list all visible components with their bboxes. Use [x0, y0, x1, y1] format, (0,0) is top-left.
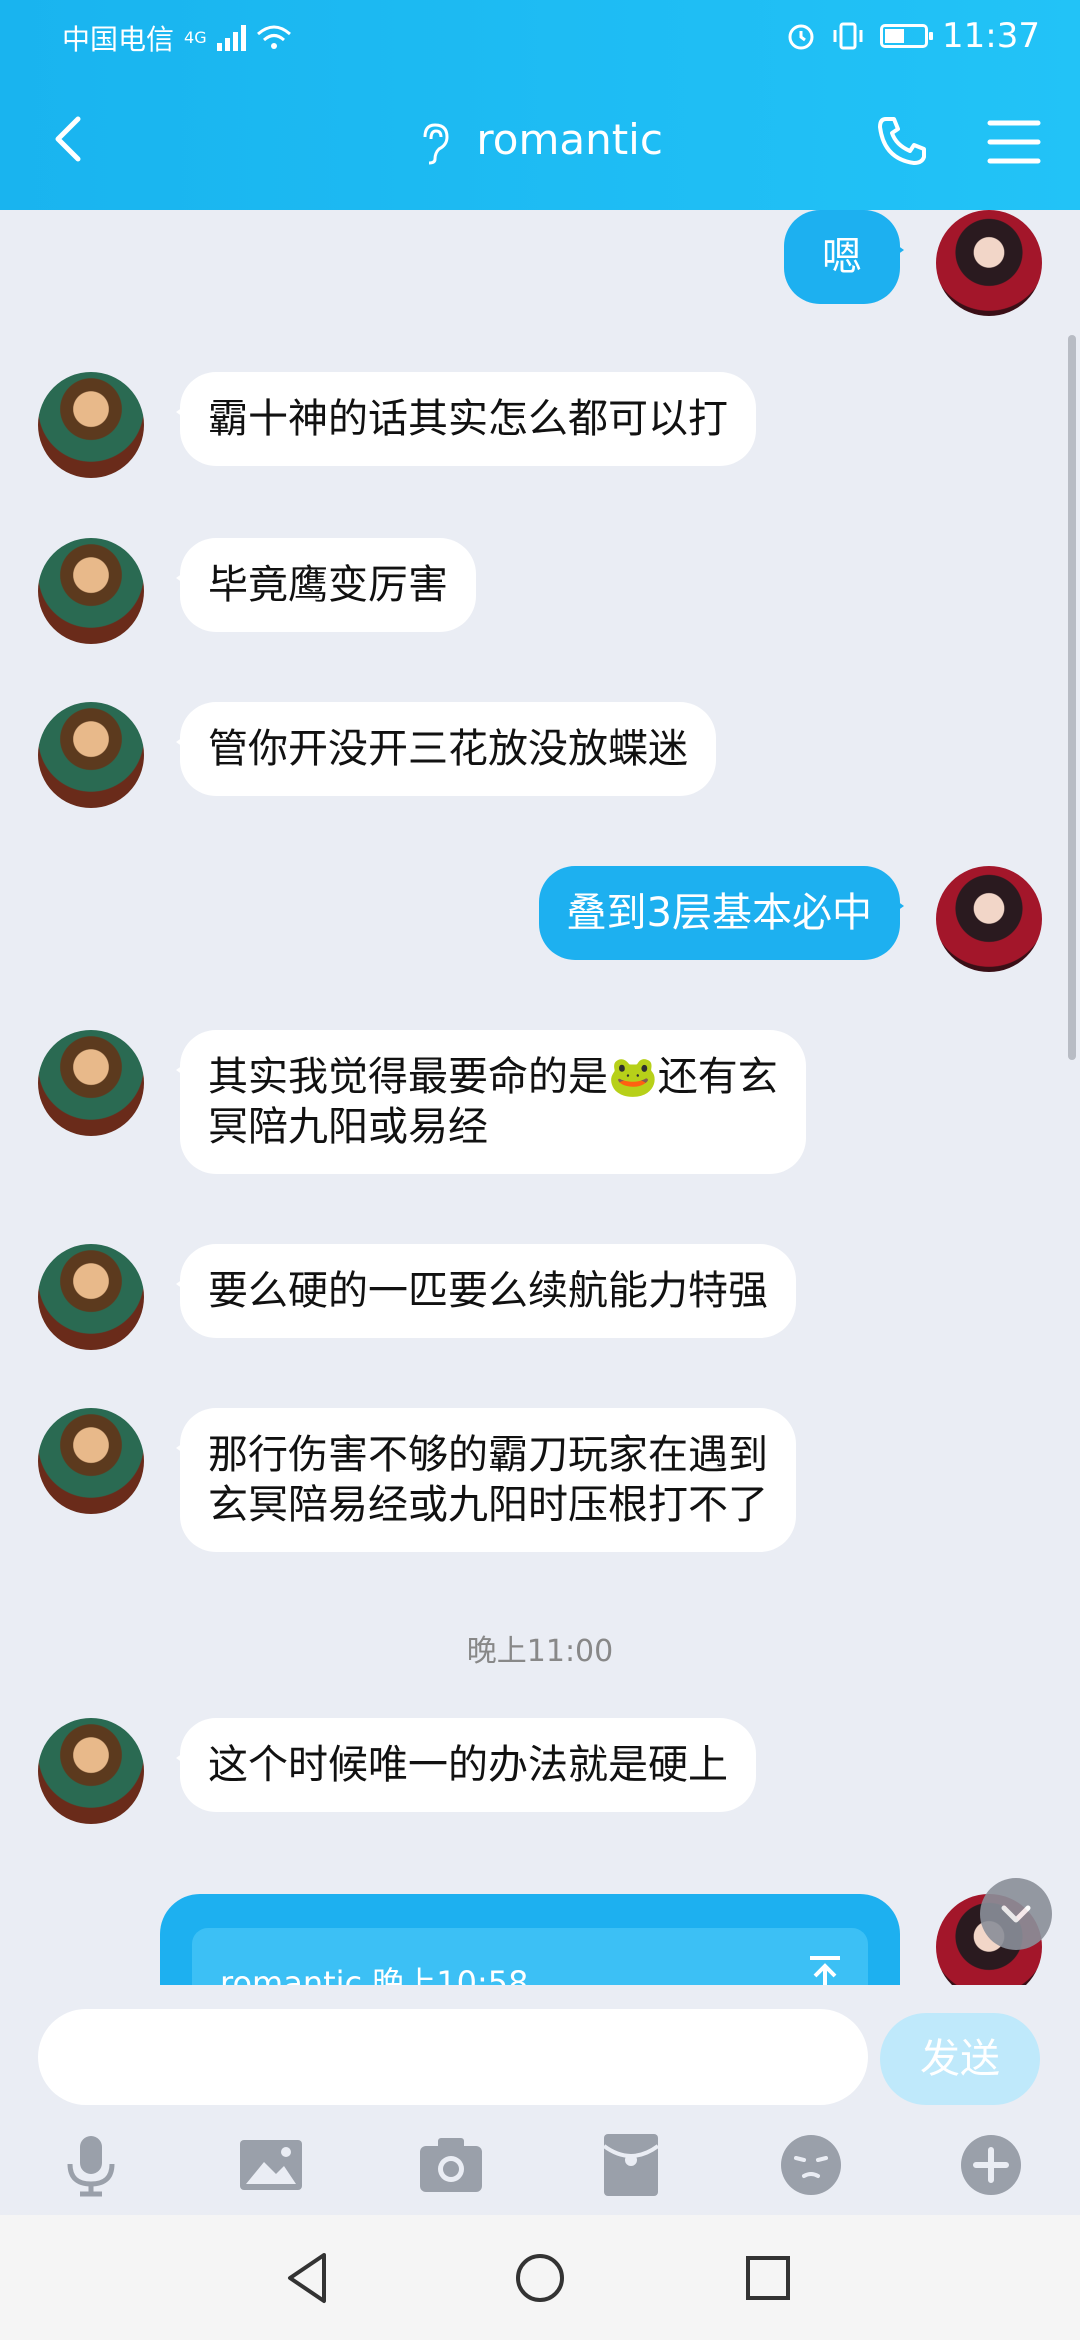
nav-back-icon[interactable]: [272, 2243, 342, 2313]
message-line: 其实我觉得最要命的是🐸还有玄: [208, 1054, 778, 1100]
phone-icon[interactable]: [874, 113, 930, 169]
chat-area[interactable]: 嗯 霸十神的话其实怎么都可以打 毕竟鹰变厉害 管你开没开三花放没放蝶迷 叠到3层…: [0, 210, 1080, 1985]
status-bar: 中国电信 4G 11:37: [0, 0, 1080, 75]
microphone-icon[interactable]: [56, 2130, 126, 2200]
quoted-message: romantic 晚上10:58: [192, 1928, 868, 1985]
avatar[interactable]: [38, 1244, 144, 1350]
scroll-down-button[interactable]: [980, 1878, 1052, 1950]
chevron-down-icon: [1001, 1905, 1031, 1923]
time-divider: 晚上11:00: [466, 1634, 614, 1669]
nav-recents-icon[interactable]: [733, 2243, 803, 2313]
alarm-icon: [788, 24, 814, 50]
message-bubble-in[interactable]: 要么硬的一匹要么续航能力特强: [176, 1244, 796, 1338]
send-button[interactable]: 发送: [880, 2013, 1040, 2105]
status-time: 11:37: [942, 16, 1040, 56]
scrollbar[interactable]: [1068, 335, 1076, 1060]
image-icon[interactable]: [236, 2130, 306, 2200]
message-bubble-in[interactable]: 这个时候唯一的办法就是硬上: [176, 1718, 756, 1812]
status-left: 中国电信 4G: [62, 18, 292, 58]
toolbar: [0, 2120, 1080, 2210]
system-nav-bar: [0, 2215, 1080, 2340]
camera-icon[interactable]: [416, 2130, 486, 2200]
message-bubble-in[interactable]: 那行伤害不够的霸刀玩家在遇到 玄冥陪易经或九阳时压根打不了: [176, 1408, 796, 1552]
message-line: 玄冥陪易经或九阳时压根打不了: [208, 1482, 768, 1528]
plus-icon[interactable]: [956, 2130, 1026, 2200]
wifi-icon: [256, 25, 291, 49]
menu-icon[interactable]: [986, 117, 1042, 167]
avatar[interactable]: [38, 1408, 144, 1514]
nav-home-icon[interactable]: [505, 2243, 575, 2313]
message-bubble-in[interactable]: 其实我觉得最要命的是🐸还有玄 冥陪九阳或易经: [176, 1030, 806, 1174]
message-bubble-out[interactable]: 叠到3层基本必中: [538, 866, 905, 960]
battery-icon: [880, 24, 934, 48]
ear-icon: [423, 122, 449, 164]
status-right: 11:37: [786, 16, 1040, 56]
avatar[interactable]: [38, 372, 144, 478]
carrier-label: 中国电信: [62, 23, 175, 56]
message-bubble-out[interactable]: 嗯: [784, 210, 904, 304]
emoji-icon[interactable]: [776, 2130, 846, 2200]
avatar[interactable]: [936, 210, 1042, 316]
chat-header: romantic: [0, 75, 1080, 210]
quote-source: romantic 晚上10:58: [220, 1964, 529, 1985]
network-type: 4G: [184, 28, 207, 47]
vibrate-icon: [833, 22, 863, 50]
message-line: 那行伤害不够的霸刀玩家在遇到: [208, 1432, 768, 1478]
avatar[interactable]: [38, 1030, 144, 1136]
avatar[interactable]: [936, 866, 1042, 972]
upload-icon: [810, 1956, 840, 1985]
message-bubble-in[interactable]: 管你开没开三花放没放蝶迷: [176, 702, 716, 796]
input-bar: 发送: [0, 1985, 1080, 2215]
avatar[interactable]: [38, 1718, 144, 1824]
message-line: 冥陪九阳或易经: [208, 1104, 488, 1150]
quoted-message-card[interactable]: romantic 晚上10:58: [160, 1894, 900, 1985]
avatar[interactable]: [38, 538, 144, 644]
avatar[interactable]: [38, 702, 144, 808]
message-bubble-in[interactable]: 毕竟鹰变厉害: [176, 538, 476, 632]
signal-icon: [216, 25, 246, 51]
message-input[interactable]: [38, 2009, 868, 2105]
message-bubble-in[interactable]: 霸十神的话其实怎么都可以打: [176, 372, 756, 466]
chat-title-text: romantic: [476, 115, 663, 164]
red-packet-icon[interactable]: [596, 2130, 666, 2200]
